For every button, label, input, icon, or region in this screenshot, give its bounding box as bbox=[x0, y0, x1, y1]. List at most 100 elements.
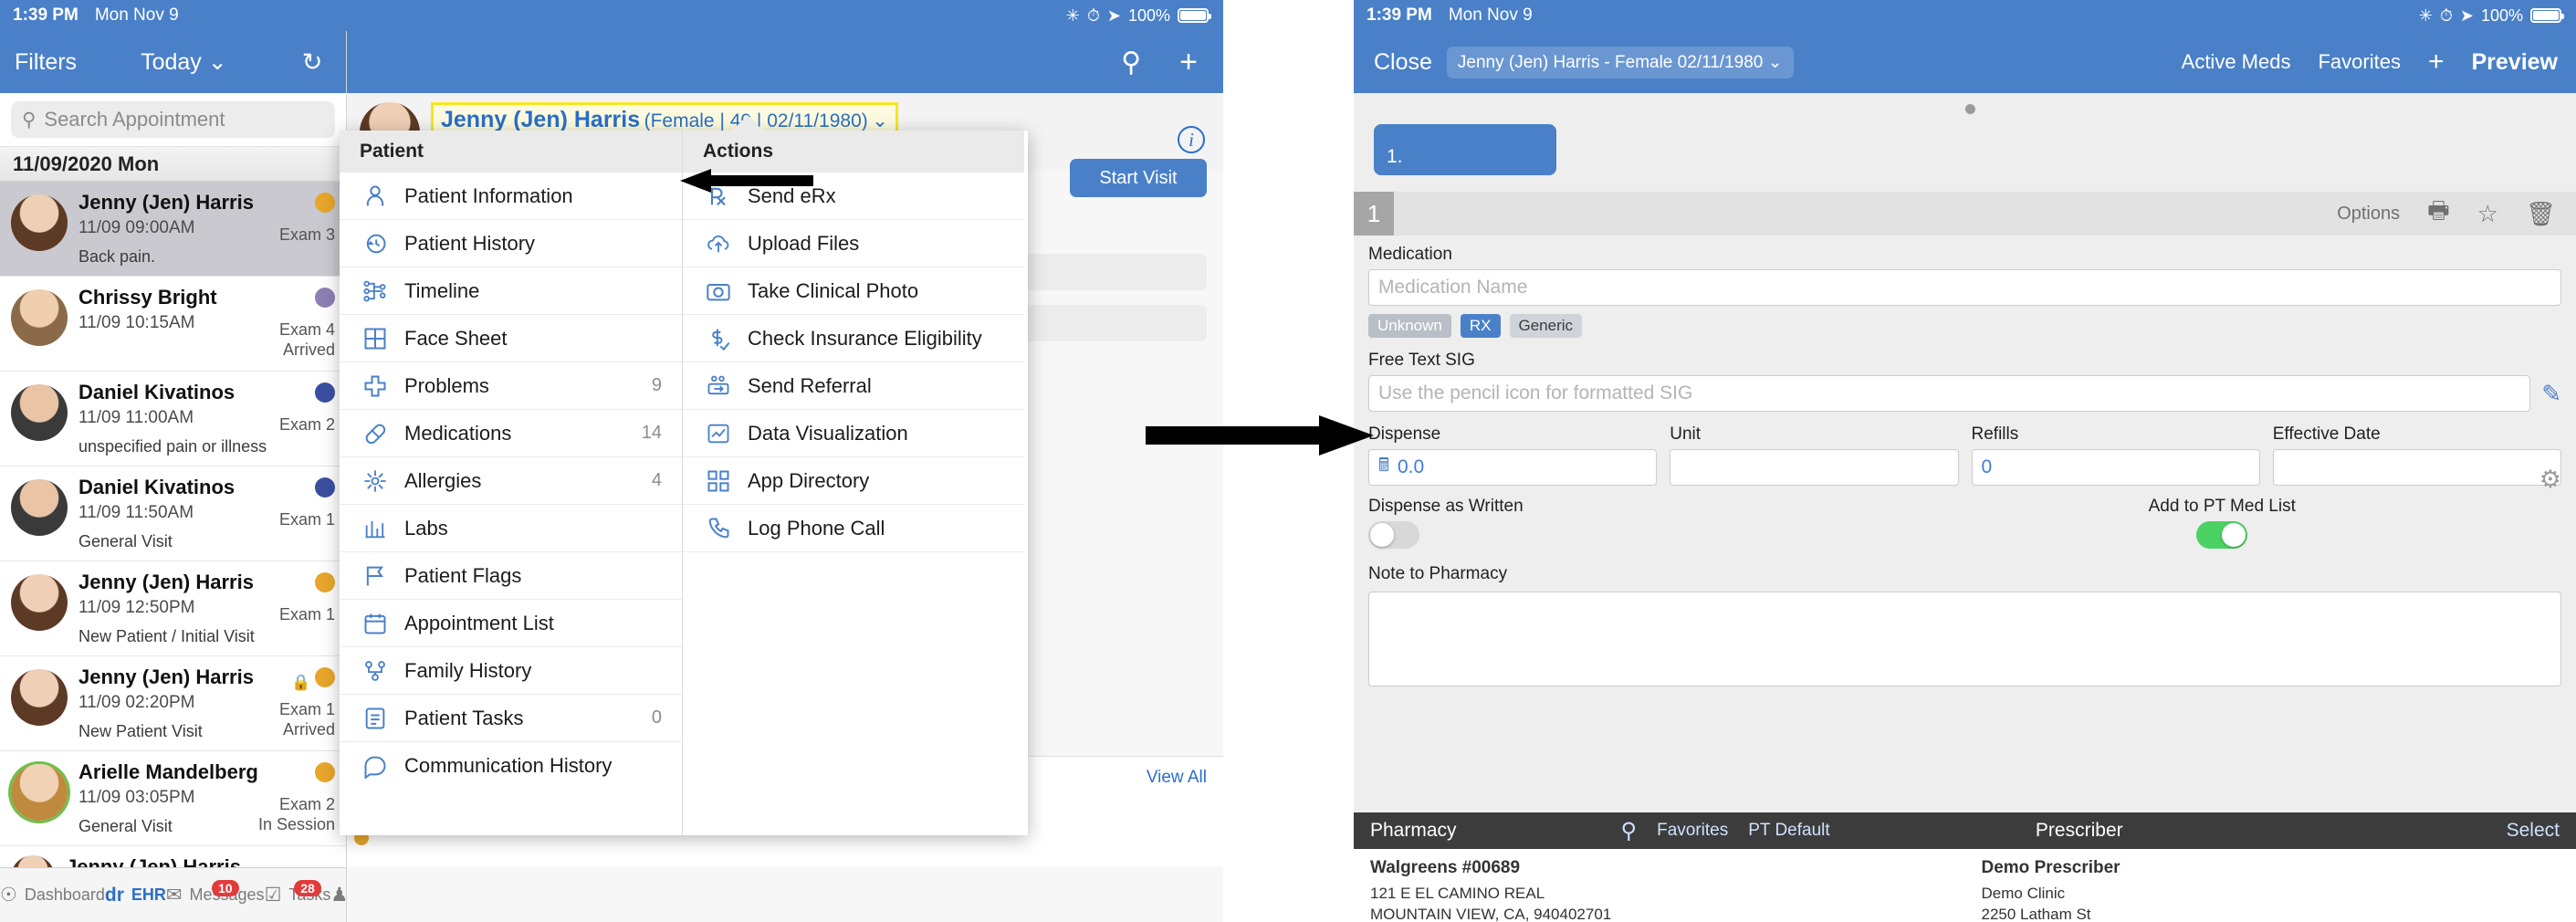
search-container: ⚲ Search Appointment bbox=[0, 93, 346, 147]
tasks-badge: 28 bbox=[294, 880, 321, 896]
favorites-button[interactable]: Favorites bbox=[2318, 50, 2400, 74]
medication-input[interactable]: Medication Name bbox=[1368, 269, 2561, 306]
trash-icon[interactable]: 🗑 bbox=[2526, 200, 2556, 228]
tasks-icon: ☑ bbox=[264, 885, 282, 906]
menu-item-timeline[interactable]: Timeline bbox=[340, 267, 682, 315]
active-meds-button[interactable]: Active Meds bbox=[2182, 50, 2291, 74]
status-time: 1:39 PM bbox=[1367, 5, 1432, 25]
appointment-row[interactable]: Arielle Mandelberg 11/09 03:05PM General… bbox=[0, 751, 346, 846]
avatar bbox=[11, 194, 68, 251]
today-dropdown[interactable]: Today ⌄ bbox=[141, 48, 227, 76]
preview-button[interactable]: Preview bbox=[2471, 49, 2558, 76]
menu-item-check-insurance-eligibility[interactable]: Check Insurance Eligibility bbox=[683, 315, 1024, 362]
menu-label: Medications bbox=[404, 421, 512, 445]
start-visit-button[interactable]: Start Visit bbox=[1070, 159, 1207, 197]
filters-button[interactable]: Filters bbox=[15, 49, 77, 76]
sig-input[interactable]: Use the pencil icon for formatted SIG bbox=[1368, 375, 2531, 412]
chip-generic[interactable]: Generic bbox=[1509, 314, 1583, 338]
star-icon[interactable]: ☆ bbox=[2477, 200, 2498, 228]
location-icon: ➤ bbox=[1106, 5, 1121, 25]
free-text-sig-label: Free Text SIG bbox=[1368, 351, 1475, 370]
menu-item-communication-history[interactable]: Communication History bbox=[340, 742, 682, 790]
dispense-input[interactable]: 🖩 0.0 bbox=[1368, 449, 1658, 486]
right-screenshot: 1:39 PM Mon Nov 9 ✳ ⏱ ➤ 100% Close Jenny… bbox=[1354, 0, 2576, 922]
calculator-icon[interactable]: 🖩 bbox=[1378, 452, 1389, 483]
status-dot bbox=[315, 762, 335, 782]
patient-selector[interactable]: Jenny (Jen) Harris - Female 02/11/1980 ⌄ bbox=[1446, 46, 1794, 79]
phone-icon bbox=[703, 515, 734, 542]
search-icon[interactable]: ⚲ bbox=[1621, 818, 1638, 844]
appointment-row[interactable]: Chrissy Bright 11/09 10:15AM Exam 4 Arri… bbox=[0, 277, 346, 372]
chip-rx[interactable]: RX bbox=[1460, 314, 1501, 338]
menu-item-appointment-list[interactable]: Appointment List bbox=[340, 600, 682, 647]
appointment-row[interactable]: Jenny (Jen) Harris 11/09 02:20PM New Pat… bbox=[0, 656, 346, 751]
status-dot bbox=[315, 288, 335, 308]
menu-item-problems[interactable]: Problems 9 bbox=[340, 362, 682, 410]
menu-item-patient-information[interactable]: Patient Information bbox=[340, 173, 682, 220]
prescriber-card[interactable]: Demo Prescriber Demo Clinic 2250 Latham … bbox=[1965, 849, 2576, 922]
menu-item-face-sheet[interactable]: Face Sheet bbox=[340, 315, 682, 362]
menu-item-log-phone-call[interactable]: Log Phone Call bbox=[683, 505, 1024, 552]
refresh-icon[interactable]: ↻ bbox=[302, 48, 323, 77]
menu-item-patient-history[interactable]: Patient History bbox=[340, 220, 682, 267]
pencil-icon[interactable]: ✎ bbox=[2541, 380, 2561, 408]
appointment-row[interactable]: Jenny (Jen) Harris 11/09 12:50PM New Pat… bbox=[0, 561, 346, 656]
tab-messages[interactable]: ✉ Messages 10 bbox=[166, 880, 265, 906]
menu-item-send-referral[interactable]: Send Referral bbox=[683, 362, 1024, 410]
rx-tab-1[interactable]: 1. bbox=[1374, 124, 1556, 175]
refills-input[interactable]: 0 bbox=[1971, 449, 2260, 486]
tab-tasks[interactable]: ☑ Tasks 28 bbox=[264, 880, 330, 906]
menu-item-app-directory[interactable]: App Directory bbox=[683, 457, 1024, 505]
options-button[interactable]: Options bbox=[2337, 204, 2400, 225]
status-dot bbox=[315, 477, 335, 498]
appointment-row[interactable]: Jenny (Jen) Harris 11/09 09:00AM Back pa… bbox=[0, 182, 346, 277]
chip-unknown[interactable]: Unknown bbox=[1368, 314, 1451, 338]
tab-ehr[interactable]: dr EHR bbox=[105, 885, 166, 906]
menu-item-patient-flags[interactable]: Patient Flags bbox=[340, 552, 682, 600]
pt-default-button[interactable]: PT Default bbox=[1748, 821, 1829, 841]
pharmacy-favorites-button[interactable]: Favorites bbox=[1657, 821, 1728, 841]
tab-dashboard[interactable]: ☉ Dashboard bbox=[0, 884, 105, 906]
menu-item-allergies[interactable]: Allergies 4 bbox=[340, 457, 682, 505]
menu-item-family-history[interactable]: Family History bbox=[340, 647, 682, 695]
left-toolbar: Filters Today ⌄ ↻ bbox=[0, 31, 346, 93]
dispense-field: Dispense 🖩 0.0 bbox=[1368, 424, 1658, 486]
menu-label: Take Clinical Photo bbox=[748, 278, 919, 302]
note-to-pharmacy-textarea[interactable] bbox=[1368, 592, 2561, 686]
unit-input[interactable] bbox=[1670, 449, 1959, 486]
menu-label: Patient Flags bbox=[404, 563, 522, 587]
gear-icon[interactable]: ⚙ bbox=[2539, 466, 2561, 494]
appointment-reason: New Patient / Initial Visit bbox=[79, 627, 255, 645]
add-icon[interactable]: + bbox=[1179, 45, 1198, 80]
dispense-as-written-label: Dispense as Written bbox=[1368, 497, 1524, 516]
appointment-row[interactable]: Daniel Kivatinos 11/09 11:00AM unspecifi… bbox=[0, 372, 346, 466]
info-icon[interactable]: i bbox=[1178, 126, 1205, 153]
search-icon[interactable]: ⚲ bbox=[1121, 47, 1141, 79]
menu-item-labs[interactable]: Labs bbox=[340, 505, 682, 552]
plus-icon[interactable]: + bbox=[2428, 47, 2445, 78]
dispense-as-written-toggle[interactable] bbox=[1368, 521, 1419, 549]
status-bar: 1:39 PM Mon Nov 9 ✳ ⏱ ➤ 100% bbox=[0, 0, 1223, 31]
prescriber-select-button[interactable]: Select bbox=[2507, 820, 2560, 842]
search-input[interactable]: ⚲ Search Appointment bbox=[11, 101, 335, 138]
view-all-link[interactable]: View All bbox=[1147, 768, 1207, 788]
pharmacy-card[interactable]: Walgreens #00689 121 E EL CAMINO REAL MO… bbox=[1354, 849, 1965, 922]
rx-row-header: 1 Options 🖶 ☆ 🗑 bbox=[1354, 192, 2576, 236]
menu-item-upload-files[interactable]: Upload Files bbox=[683, 220, 1024, 267]
close-button[interactable]: Close bbox=[1374, 49, 1432, 76]
menu-item-patient-tasks[interactable]: Patient Tasks 0 bbox=[340, 695, 682, 742]
menu-label: Patient History bbox=[404, 231, 536, 255]
toggle-row: Dispense as Written Add to PT Med List bbox=[1368, 497, 2561, 553]
allergy-icon bbox=[360, 467, 391, 495]
menu-item-data-visualization[interactable]: Data Visualization bbox=[683, 410, 1024, 457]
effective-date-input[interactable] bbox=[2272, 449, 2561, 486]
menu-item-medications[interactable]: Medications 14 bbox=[340, 410, 682, 457]
printer-icon[interactable]: 🖶 bbox=[2427, 194, 2450, 234]
refills-value: 0 bbox=[1981, 456, 1993, 477]
menu-item-take-clinical-photo[interactable]: Take Clinical Photo bbox=[683, 267, 1024, 315]
add-to-pt-med-list-toggle[interactable] bbox=[2196, 521, 2248, 549]
appointment-row[interactable]: Daniel Kivatinos 11/09 11:50AM General V… bbox=[0, 466, 346, 561]
appointment-reason: General Visit bbox=[79, 532, 173, 550]
bluetooth-icon: ✳ bbox=[2418, 5, 2433, 25]
avatar bbox=[11, 384, 68, 441]
